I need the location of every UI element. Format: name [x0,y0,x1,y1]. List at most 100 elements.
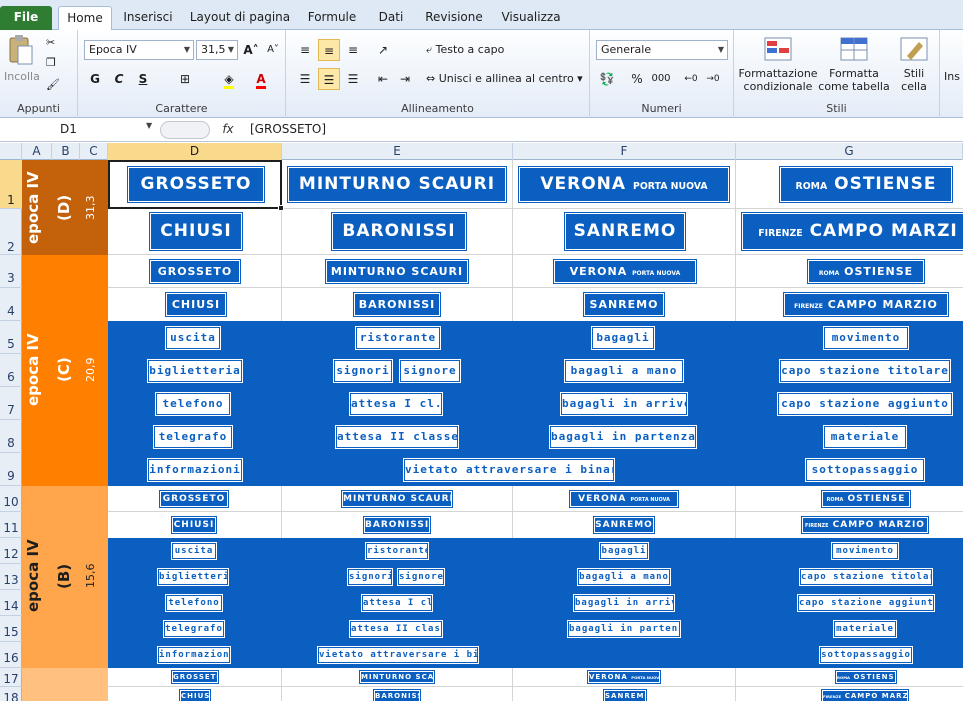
row-header-7[interactable]: 7 [0,387,22,420]
plate-signore: signore [399,359,461,383]
formula-bar-splitter[interactable] [160,121,210,139]
formula-input[interactable]: [GROSSETO] [250,120,326,139]
conditional-format-label: Formattazione [738,67,818,80]
column-header-a[interactable]: A [22,143,52,160]
borders-icon[interactable]: ⊞ [174,68,196,90]
decrease-indent-icon[interactable]: ⇤ [372,68,394,90]
italic-button[interactable]: C [108,68,130,90]
cell-styles-label: Stili [903,67,925,80]
decrease-decimal-icon[interactable]: →0 [702,68,724,90]
plate-capo-stazione-aggiunto: capo stazione aggiunto [797,594,939,612]
active-cell-d1[interactable] [108,160,282,209]
font-color-icon[interactable]: A [250,68,272,90]
tab-file[interactable]: File [0,6,52,30]
tab-formulas[interactable]: Formule [302,6,362,30]
row-header-13[interactable]: 13 [0,564,22,590]
band-epoca-d: epoca IV (D) 31,3 [22,160,108,255]
align-right-icon[interactable]: ☰ [342,68,364,90]
column-header-g[interactable]: G [736,143,963,160]
worksheet-grid[interactable]: epoca IV (D) 31,3 epoca IV (C) 20,9 epoc… [22,160,963,701]
cell-styles-button[interactable]: Stili cella [892,34,936,93]
station-sign: MINTURNO SCAURI [359,670,451,684]
row-header-5[interactable]: 5 [0,321,22,354]
copy-icon[interactable]: ❐ [46,56,56,69]
paste-button[interactable] [6,34,36,68]
tab-page-layout[interactable]: Layout di pagina [186,6,294,30]
shrink-font-button[interactable]: A˅ [262,39,284,61]
merge-center-button[interactable]: ⇔ Unisci e allinea al centro ▾ [426,72,583,85]
tab-home[interactable]: Home [58,6,112,31]
plate-bagagli: bagagli [599,542,649,560]
plate-attesa-ii: attesa II classe [349,620,453,638]
plate-telegrafo: telegrafo [153,425,233,449]
increase-decimal-icon[interactable]: ←0 [680,68,702,90]
thousands-button[interactable]: 000 [650,68,672,90]
font-name-combo[interactable]: Epoca IV ▼ [84,40,194,60]
row-header-15[interactable]: 15 [0,616,22,642]
row-header-18[interactable]: 18 [0,687,22,701]
row-header-4[interactable]: 4 [0,288,22,321]
band-epoca-a [22,668,108,701]
chevron-down-icon[interactable]: ▼ [146,121,152,130]
tab-view[interactable]: Visualizza [496,6,566,30]
column-header-e[interactable]: E [282,143,513,160]
station-name: OSTIENSE [844,265,914,278]
row-headers: 1 2 3 4 5 6 7 8 9 10 11 12 13 14 15 16 1… [0,160,22,701]
format-painter-icon[interactable]: 🖌 [46,78,60,91]
tab-data[interactable]: Dati [370,6,412,30]
row-header-1[interactable]: 1 [0,160,22,209]
grow-font-button[interactable]: A˄ [240,39,262,61]
merge-label: Unisci e allinea al centro [438,72,574,85]
row-header-10[interactable]: 10 [0,486,22,512]
row-header-6[interactable]: 6 [0,354,22,387]
currency-icon[interactable]: 💱 [596,68,618,90]
group-label-font: Carattere [155,102,208,115]
plate-ristorante: ristorante [355,326,441,350]
align-left-icon[interactable]: ☰ [294,68,316,90]
insert-cells-button[interactable]: Ins [944,70,960,83]
plate-vietato-attraversare: vietato attraversare i binari [317,646,504,664]
underline-button[interactable]: S [132,68,154,90]
row-header-14[interactable]: 14 [0,590,22,616]
station-sign: VERONA PORTA NUOVA [587,670,662,684]
align-bottom-icon[interactable]: ≡ [342,39,364,61]
fill-handle[interactable] [278,205,284,211]
column-header-c[interactable]: C [80,143,108,160]
row-header-12[interactable]: 12 [0,538,22,564]
align-middle-icon[interactable]: ≡ [318,39,340,61]
wrap-text-button[interactable]: ⤶ Testo a capo [426,43,504,57]
station-subname: PORTA NUOVA [632,270,681,277]
station-sign: FIRENZE CAMPO MARZIO [801,516,929,534]
number-format-combo[interactable]: Generale ▼ [596,40,728,60]
select-all-corner[interactable] [0,143,22,160]
bold-button[interactable]: G [84,68,106,90]
font-size-combo[interactable]: 31,5 ▼ [196,40,238,60]
orientation-icon[interactable]: ↗ [372,39,394,61]
row-header-11[interactable]: 11 [0,512,22,538]
align-top-icon[interactable]: ≡ [294,39,316,61]
conditional-format-button[interactable]: Formattazione condizionale [738,34,818,93]
station-sign: FIRENZE CAMPO MARZIO [783,292,949,317]
column-header-d[interactable]: D [108,143,282,160]
station-sign: SANREMO [603,689,652,701]
fill-color-icon[interactable]: ◈ [218,68,240,90]
format-table-button[interactable]: Formatta come tabella [818,34,890,93]
column-header-f[interactable]: F [513,143,736,160]
column-header-b[interactable]: B [52,143,80,160]
name-box[interactable]: D1 [2,120,154,139]
insert-function-icon[interactable]: fx [216,120,240,139]
tab-insert[interactable]: Inserisci [118,6,178,30]
tab-review[interactable]: Revisione [420,6,488,30]
align-center-icon[interactable]: ☰ [318,68,340,90]
percent-button[interactable]: % [626,68,648,90]
row-header-3[interactable]: 3 [0,255,22,288]
group-label-clipboard: Appunti [17,102,60,115]
cut-icon[interactable]: ✂ [46,36,55,49]
row-header-2[interactable]: 2 [0,209,22,255]
row-header-8[interactable]: 8 [0,420,22,453]
increase-indent-icon[interactable]: ⇥ [394,68,416,90]
station-sign: MINTURNO SCAURI [341,490,453,508]
row-header-16[interactable]: 16 [0,642,22,668]
row-header-17[interactable]: 17 [0,668,22,687]
row-header-9[interactable]: 9 [0,453,22,486]
